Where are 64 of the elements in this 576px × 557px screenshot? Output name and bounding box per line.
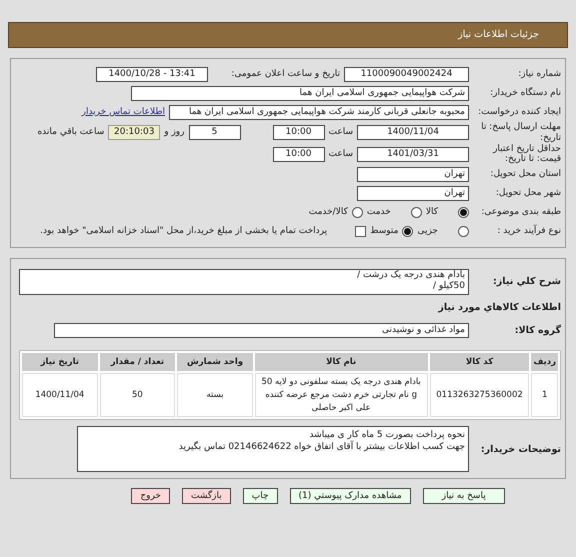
field-value: 1400/11/04 [357, 125, 469, 140]
table-cell: 50 [100, 373, 176, 418]
column-header: تاریخ نیاز [22, 353, 98, 372]
radio-label: کالا [426, 206, 438, 219]
field-value: شرکت هواپیمایی جمهوری اسلامی ایران هما [131, 86, 469, 101]
column-header: ردیف [531, 353, 558, 372]
action-button[interactable]: خروج [131, 488, 170, 504]
field-value: 10:00 [272, 146, 324, 162]
radio-button[interactable] [458, 226, 469, 238]
checkbox[interactable] [355, 226, 366, 238]
field-label: ایجاد کننده درخواست: [477, 107, 561, 118]
field-value: تهران [357, 167, 469, 182]
description-field: بادام هندی درجه یک درشت / 50کیلو / [19, 269, 469, 296]
field-value: 5 [188, 125, 240, 140]
radio-label: متوسط [370, 224, 398, 238]
field-label: ساعت [328, 148, 353, 161]
table-cell: بادام هندی درجه یک بسته سلفونی دو لایه 50 g نام تجارتی خرم دشت مرجع عرضه کننده علی اکبر حاصلی [254, 373, 428, 418]
action-button[interactable]: چاپ [242, 488, 278, 504]
field-label: ساعت [328, 126, 353, 140]
notes-field: نحوه پرداخت بصورت 5 ماه کار ی میباشد جهت کسب اطلاعات بیشتر با آقای اتفاق خواه 02146624622 تماس بگیرید [77, 426, 469, 472]
header-title: جزئیات اطلاعات نیاز [458, 28, 539, 42]
field-value: 1401/03/31 [357, 146, 469, 162]
action-button[interactable]: مشاهده مدارک پیوستي (1) [290, 488, 411, 504]
contact-link[interactable]: اطلاعات تماس خریدار [82, 106, 165, 120]
field-label: نام دستگاه خریدار: [489, 88, 561, 99]
field-label: نوع فرآیند خرید : [496, 226, 561, 238]
radio-button[interactable] [410, 207, 422, 218]
countdown-value: 20:10:03 [108, 125, 160, 140]
field-label: ساعت باقي مانده [37, 126, 104, 140]
field-label: گروه کالا: [514, 324, 561, 336]
radio-label: جزیی [417, 224, 438, 238]
field-label: مهلت ارسال پاسخ: تا تاریخ: [480, 122, 561, 144]
field-label: شرح کلي نیاز: [492, 276, 561, 288]
radio-label: کالا/خدمت [308, 206, 348, 219]
radio-label: خدمت [366, 206, 391, 219]
field-label: استان محل تحویل: [489, 169, 561, 180]
action-button[interactable]: بازگشت [182, 488, 231, 504]
field-label: تاریخ و ساعت اعلان عمومی: [230, 68, 340, 81]
column-header: نام کالا [254, 353, 428, 372]
section-title: اطلاعات کالاهاي مورد نیاز [438, 301, 561, 316]
field-value: تهران [357, 186, 469, 202]
field-value: 1100090049002424 [344, 67, 469, 82]
table-cell: 1400/11/04 [22, 373, 98, 418]
column-header: تعداد / مقدار [100, 353, 176, 372]
table-cell: 0113263275360002 [430, 373, 530, 418]
checkbox-label: پرداخت تمام یا بخشی از مبلغ خرید،از محل "اسناد خزانه اسلامی" خواهد بود. [40, 224, 328, 238]
column-header: کد کالا [430, 353, 530, 372]
field-label: شهر محل تحویل: [494, 188, 561, 200]
field-value: 10:00 [272, 125, 324, 140]
radio-button[interactable] [352, 207, 363, 218]
radio-button[interactable] [402, 226, 414, 238]
field-label: شماره نیاز: [517, 69, 561, 80]
field-value: محبوبه جانعلی قربانی کارمند شرکت هواپیمایی جمهوری اسلامی ایران هما [169, 105, 469, 120]
table-cell: 1 [531, 373, 558, 418]
action-button[interactable]: پاسخ به نیاز [422, 488, 505, 504]
field-label: توضیحات خریدار: [480, 444, 561, 456]
field-label: حداقل تاریخ اعتبار قیمت: تا تاریخ: [492, 144, 561, 166]
column-header: واحد شمارش [177, 353, 253, 372]
field-label: روز و [164, 126, 184, 140]
table-cell: بسته [177, 373, 253, 418]
field-value: 1400/10/28 - 13:41 [96, 67, 208, 82]
field-value: مواد غذائی و نوشیدنی [54, 323, 469, 338]
radio-button[interactable] [458, 207, 469, 218]
field-label: طبقه بندی موضوعی: [480, 207, 561, 218]
